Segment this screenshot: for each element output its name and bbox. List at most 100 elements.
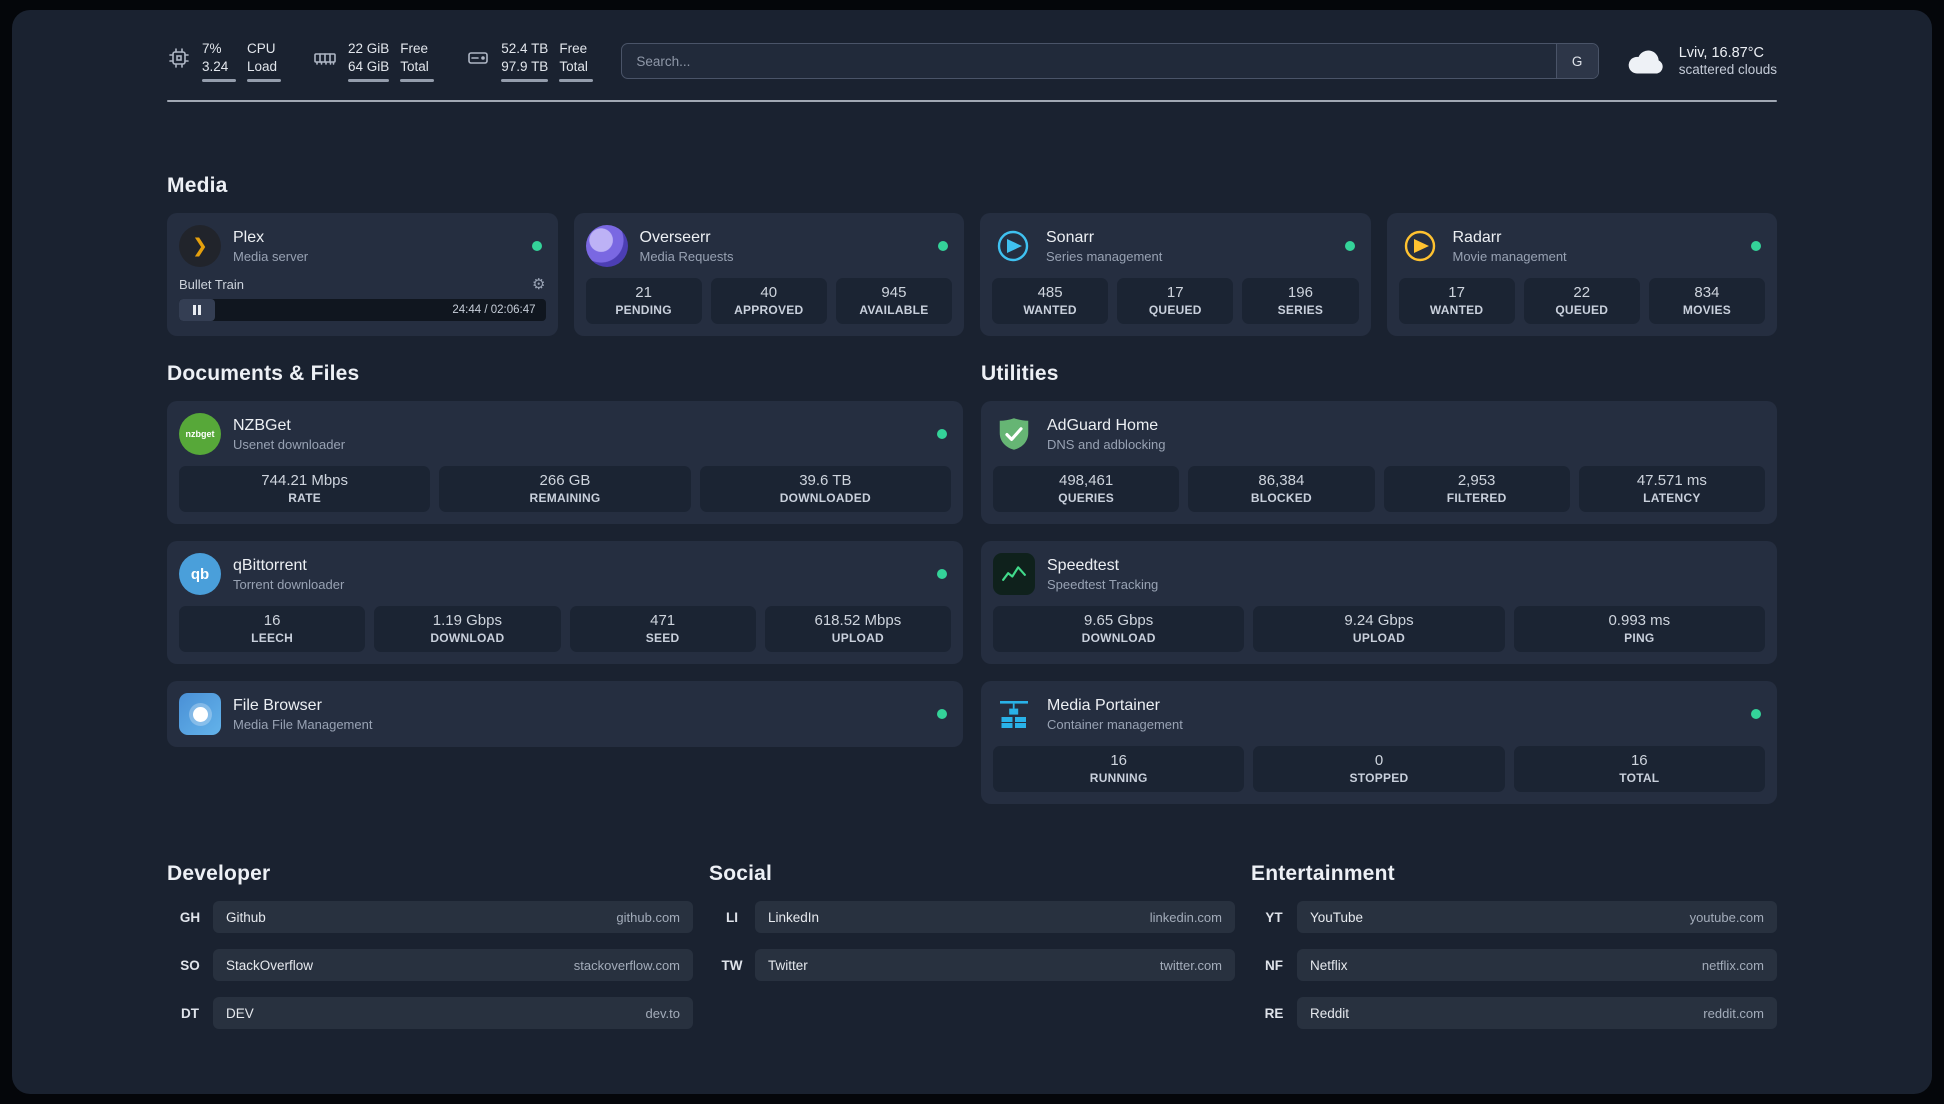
bookmark-abbr: SO (180, 957, 200, 973)
memory-widget: 22 GiB 64 GiB Free Total (313, 40, 435, 83)
bookmark-link-dev[interactable]: DEV dev.to (213, 997, 693, 1029)
header-divider (167, 100, 1777, 102)
adguard-icon (993, 413, 1035, 455)
stat-box: 834 MOVIES (1648, 278, 1766, 324)
stat-box: 196 SERIES (1242, 278, 1359, 324)
filebrowser-icon (179, 693, 221, 735)
pause-button[interactable] (179, 299, 215, 321)
stat-value: 16 (1110, 752, 1127, 769)
stat-label: UPLOAD (831, 631, 884, 645)
weather-text: Lviv, 16.87°C scattered clouds (1679, 45, 1777, 77)
search-engine-button[interactable]: G (1555, 44, 1598, 78)
portainer-icon (993, 693, 1035, 735)
stat-box: 471 SEED (569, 606, 756, 652)
service-name: AdGuard Home (1047, 416, 1159, 434)
cpu-values: 7% 3.24 (202, 40, 236, 83)
cpu-load-value: 3.24 (202, 58, 229, 74)
stat-box: 17 QUEUED (1117, 278, 1234, 324)
bookmark-row-dev: DT DEV dev.to (167, 997, 693, 1029)
stat-box: 47.571 ms LATENCY (1578, 466, 1765, 512)
stat-value: 40 (760, 284, 778, 301)
bookmark-link-youtube[interactable]: YouTube youtube.com (1297, 901, 1777, 933)
bookmark-url: dev.to (645, 1005, 680, 1021)
bookmarks-developer: Developer GH Github github.com SO StackO… (167, 862, 693, 1029)
gear-icon[interactable]: ⚙ (532, 275, 545, 293)
stat-label: BLOCKED (1250, 491, 1312, 505)
stat-label: LATENCY (1643, 491, 1701, 505)
service-card-adguard[interactable]: AdGuard Home DNS and adblocking 498,461 … (981, 401, 1777, 524)
stat-value: 16 (263, 612, 281, 629)
service-card-sonarr[interactable]: Sonarr Series management 485 WANTED 17 Q… (980, 213, 1371, 336)
stat-label: WANTED (1429, 303, 1484, 317)
stat-label: DOWNLOAD (1081, 631, 1156, 645)
stat-value: 1.19 Gbps (432, 612, 502, 629)
sonarr-icon (992, 225, 1034, 267)
weather-widget[interactable]: Lviv, 16.87°C scattered clouds (1627, 45, 1777, 77)
search-input[interactable] (622, 44, 1556, 78)
service-name: Overseerr (639, 228, 711, 246)
bookmark-link-netflix[interactable]: Netflix netflix.com (1297, 949, 1777, 981)
section-title-social: Social (709, 862, 773, 885)
cpu-labels: CPU Load (247, 40, 281, 83)
bookmark-link-twitter[interactable]: Twitter twitter.com (755, 949, 1235, 981)
service-card-overseerr[interactable]: Overseerr Media Requests 21 PENDING 40 A… (573, 213, 964, 336)
stat-value: 0 (1374, 752, 1384, 769)
plex-chevron-glyph: ❯ (192, 235, 208, 257)
stat-label: DOWNLOADED (779, 491, 871, 505)
disk-labels: Free Total (559, 40, 594, 83)
cloud-icon (1627, 47, 1667, 75)
bookmark-link-github[interactable]: Github github.com (213, 901, 693, 933)
bookmark-link-stackoverflow[interactable]: StackOverflow stackoverflow.com (213, 949, 693, 981)
cpu-label-line2: Load (247, 58, 278, 74)
bookmark-url: netflix.com (1701, 957, 1764, 973)
now-playing-title: Bullet Train (179, 276, 245, 292)
stat-box: 86,384 BLOCKED (1188, 466, 1375, 512)
stat-label: REMAINING (529, 491, 601, 505)
section-media: Media ❯ Plex Media server Bullet Train ⚙ (167, 174, 1777, 336)
section-utilities: Utilities AdGuard Home DNS and adblockin… (981, 362, 1777, 804)
memory-free: 22 GiB (348, 40, 390, 56)
disk-widget: 52.4 TB 97.9 TB Free Total (466, 40, 594, 83)
service-card-plex[interactable]: ❯ Plex Media server Bullet Train ⚙ 24:44… (167, 213, 558, 336)
service-card-nzbget[interactable]: nzbget NZBGet Usenet downloader 744.21 M… (167, 401, 963, 524)
stat-label: APPROVED (734, 303, 804, 317)
memory-values: 22 GiB 64 GiB (348, 40, 390, 83)
speedtest-icon (993, 553, 1035, 595)
stat-box: 266 GB REMAINING (439, 466, 691, 512)
bookmark-link-linkedin[interactable]: LinkedIn linkedin.com (755, 901, 1235, 933)
bookmark-url: github.com (616, 909, 680, 925)
bookmark-url: linkedin.com (1149, 909, 1222, 925)
status-online-dot (937, 569, 947, 579)
dashboard: 7% 3.24 CPU Load 22 GiB 64 GiB Free Tota… (12, 10, 1932, 1094)
disk-values: 52.4 TB 97.9 TB (501, 40, 549, 83)
service-name: Speedtest (1047, 556, 1120, 574)
stat-label: QUEUED (1148, 303, 1202, 317)
section-title-entertainment: Entertainment (1251, 862, 1395, 885)
cpu-label-underline (247, 79, 281, 83)
stat-value: 618.52 Mbps (814, 612, 902, 629)
memory-usage-bar (348, 79, 390, 83)
nzbget-icon: nzbget (179, 413, 221, 455)
service-subtitle: Series management (1046, 248, 1163, 264)
bookmark-link-reddit[interactable]: Reddit reddit.com (1297, 997, 1777, 1029)
section-title-documents: Documents & Files (167, 362, 360, 385)
playback-progress-bar[interactable]: 24:44 / 02:06:47 (179, 299, 546, 321)
service-subtitle: Media Requests (639, 248, 734, 264)
stat-value: 834 (1694, 284, 1720, 301)
stat-box: 485 WANTED (992, 278, 1109, 324)
service-card-portainer[interactable]: Media Portainer Container management 16 … (981, 681, 1777, 804)
bookmark-name: StackOverflow (226, 957, 314, 973)
bookmark-name: LinkedIn (768, 909, 820, 925)
stat-box: 17 WANTED (1398, 278, 1515, 324)
bookmark-row-linkedin: LI LinkedIn linkedin.com (709, 901, 1235, 933)
stat-value: 17 (1166, 284, 1184, 301)
stat-value: 16 (1630, 752, 1648, 769)
bookmark-name: DEV (226, 1005, 254, 1021)
stat-box: 744.21 Mbps RATE (179, 466, 431, 512)
service-card-speedtest[interactable]: Speedtest Speedtest Tracking 9.65 Gbps D… (981, 541, 1777, 664)
service-card-filebrowser[interactable]: File Browser Media File Management (167, 681, 963, 747)
stat-label: FILTERED (1446, 491, 1507, 505)
service-card-radarr[interactable]: Radarr Movie management 17 WANTED 22 QUE… (1386, 213, 1777, 336)
service-card-qbittorrent[interactable]: qb qBittorrent Torrent downloader 16 LEE… (167, 541, 963, 664)
stat-label: SERIES (1277, 303, 1324, 317)
